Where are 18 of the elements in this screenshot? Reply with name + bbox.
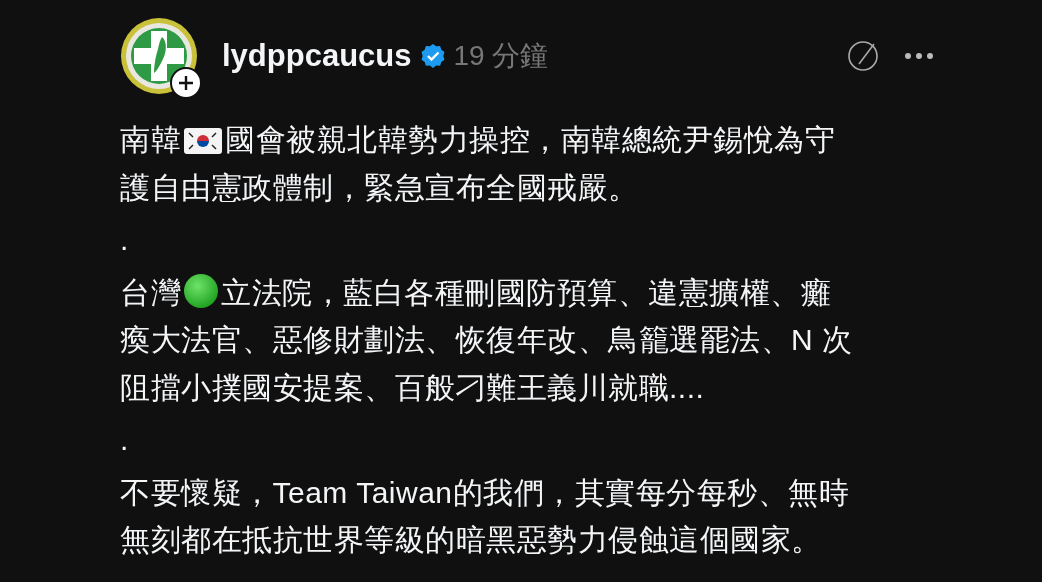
post-text: .	[120, 423, 129, 456]
post-text: 無刻都在抵抗世界等級的暗黑惡勢力侵蝕這個國家。	[120, 523, 822, 556]
post-text: .	[120, 223, 129, 256]
username[interactable]: lydppcaucus	[222, 32, 412, 80]
post-text: 立法院，藍白各種刪國防預算、違憲擴權、癱	[221, 275, 831, 309]
more-options-icon[interactable]	[904, 52, 934, 60]
post-time: 19 分鐘	[453, 39, 549, 73]
post-text: 南韓	[120, 123, 181, 156]
circle-emoji-icon	[183, 272, 219, 309]
post-text: 阻擋小撲國安提案、百般刁難王義川就職....	[120, 370, 705, 404]
flag-icon	[183, 126, 223, 156]
post-text: 瘓大法官、惡修財劃法、恢復年改、鳥籠選罷法、N 次	[120, 323, 853, 356]
circle-slash-icon[interactable]	[846, 39, 880, 73]
post-text: 國會被親北韓勢力操控，南韓總統尹錫悅為守	[225, 123, 835, 156]
post-text: 不要懷疑，Team Taiwan的我們，其實每分每秒、無時	[120, 475, 850, 509]
post-text: 護自由憲政體制，緊急宣布全國戒嚴。	[120, 170, 639, 204]
follow-plus-icon[interactable]	[170, 67, 202, 99]
post-text: 台灣	[120, 275, 181, 309]
